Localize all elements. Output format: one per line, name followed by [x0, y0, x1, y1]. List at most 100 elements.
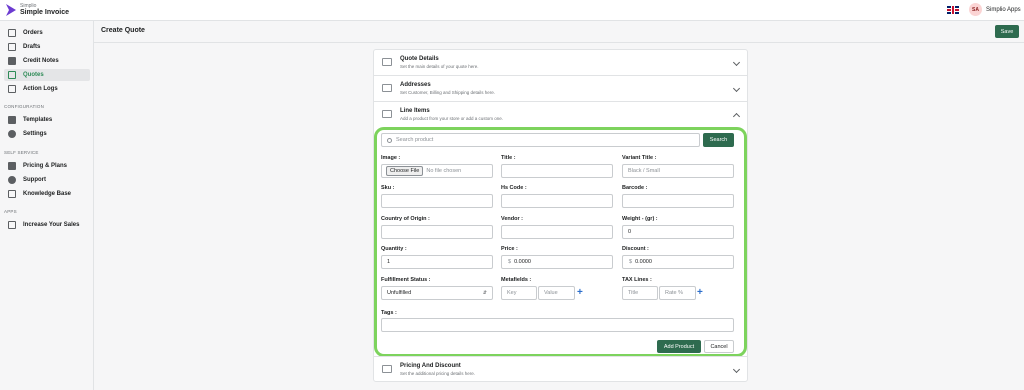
brand-name: Simple Invoice — [20, 9, 70, 16]
sidebar-item-label: Support — [23, 177, 46, 183]
basket-icon — [382, 110, 392, 118]
section-subtitle: Set the main details of your quote here. — [400, 64, 479, 69]
sidebar-item-label: Orders — [23, 30, 43, 36]
search-button[interactable]: Search — [703, 133, 734, 147]
add-tax-line-icon[interactable]: + — [697, 288, 703, 298]
price-label: Price : — [501, 246, 518, 252]
section-label-self-service: SELF SERVICE — [4, 150, 39, 155]
choose-file-button[interactable]: Choose File — [386, 166, 424, 176]
section-line-items[interactable]: Line Items Add a product from your store… — [374, 102, 747, 128]
pricing-icon — [382, 365, 392, 373]
avatar[interactable]: SA — [969, 3, 982, 16]
discount-input[interactable]: $ 0.0000 — [622, 255, 734, 269]
discount-label: Discount : — [622, 246, 649, 252]
weight-input[interactable] — [622, 225, 734, 239]
price-value: 0.0000 — [514, 259, 531, 265]
country-label: Country of Origin : — [381, 216, 430, 222]
sidebar-item-settings[interactable]: Settings — [4, 128, 90, 140]
variant-title-label: Variant Title : — [622, 155, 657, 161]
image-file-input[interactable]: Choose File No file chosen — [381, 164, 493, 178]
account-name[interactable]: Simplio Apps — [986, 7, 1021, 13]
section-label-configuration: CONFIGURATION — [4, 104, 45, 109]
section-subtitle: Add a product from your store or add a c… — [400, 116, 504, 121]
currency-symbol: $ — [629, 259, 633, 265]
address-card-icon — [382, 84, 392, 92]
sidebar-item-credit-notes[interactable]: Credit Notes — [4, 55, 90, 67]
fulfillment-value: Unfulfilled — [387, 290, 412, 296]
title-label: Title : — [501, 155, 516, 161]
quantity-label: Quantity : — [381, 246, 407, 252]
section-addresses[interactable]: Addresses Set Customer, Billing and Ship… — [374, 76, 747, 102]
save-button[interactable]: Save — [995, 25, 1019, 38]
sidebar-item-increase-sales[interactable]: Increase Your Sales — [4, 219, 90, 231]
chevron-down-icon[interactable] — [732, 84, 741, 93]
section-title: Line Items — [400, 108, 430, 114]
edit-icon — [382, 58, 392, 66]
add-metafield-icon[interactable]: + — [577, 288, 583, 298]
barcode-input[interactable] — [622, 194, 734, 208]
metafield-value-input[interactable] — [538, 286, 575, 300]
quantity-input[interactable] — [381, 255, 493, 269]
variant-title-input[interactable] — [622, 164, 734, 178]
cancel-button[interactable]: Cancel — [704, 340, 734, 353]
select-arrows-icon: ⇵ — [482, 290, 487, 296]
vendor-label: Vendor : — [501, 216, 524, 222]
uk-flag-icon[interactable] — [947, 6, 959, 14]
hs-code-label: Hs Code : — [501, 185, 527, 191]
sidebar-item-label: Drafts — [23, 44, 41, 50]
chevron-down-icon[interactable] — [732, 365, 741, 374]
sidebar-item-support[interactable]: Support — [4, 174, 90, 186]
no-file-text: No file chosen — [426, 168, 462, 174]
chevron-down-icon[interactable] — [732, 58, 741, 67]
product-search-box[interactable] — [381, 133, 700, 147]
book-icon — [8, 190, 16, 198]
section-quote-details[interactable]: Quote Details Set the main details of yo… — [374, 50, 747, 76]
sidebar-item-templates[interactable]: Templates — [4, 114, 90, 126]
chevron-up-icon[interactable] — [732, 112, 741, 121]
tags-label: Tags : — [381, 310, 397, 316]
section-subtitle: Set Customer, Billing and Shipping detai… — [400, 90, 496, 95]
sidebar-item-quotes[interactable]: Quotes — [4, 69, 90, 81]
sidebar-item-orders[interactable]: Orders — [4, 27, 90, 39]
sku-input[interactable] — [381, 194, 493, 208]
barcode-label: Barcode : — [622, 185, 648, 191]
section-title: Quote Details — [400, 56, 439, 62]
sales-icon — [8, 221, 16, 229]
sidebar-item-label: Credit Notes — [23, 58, 59, 64]
currency-symbol: $ — [508, 259, 512, 265]
tax-title-input[interactable] — [622, 286, 658, 300]
credit-notes-icon — [8, 57, 16, 65]
templates-icon — [8, 116, 16, 124]
section-pricing-discount[interactable]: Pricing And Discount Set the additional … — [374, 356, 747, 382]
price-input[interactable]: $ 0.0000 — [501, 255, 613, 269]
add-product-button[interactable]: Add Product — [657, 340, 701, 353]
country-input[interactable] — [381, 225, 493, 239]
page-title: Create Quote — [101, 27, 145, 34]
sidebar-item-pricing-plans[interactable]: Pricing & Plans — [4, 160, 90, 172]
sidebar-item-label: Settings — [23, 131, 47, 137]
fulfillment-select[interactable]: Unfulfilled ⇵ — [381, 286, 493, 300]
hs-code-input[interactable] — [501, 194, 613, 208]
metafield-key-input[interactable] — [501, 286, 537, 300]
discount-value: 0.0000 — [635, 259, 652, 265]
search-input[interactable] — [396, 137, 686, 143]
vendor-input[interactable] — [501, 225, 613, 239]
section-title: Addresses — [400, 82, 431, 88]
sidebar-item-drafts[interactable]: Drafts — [4, 41, 90, 53]
action-logs-icon — [8, 85, 16, 93]
sidebar-item-knowledge-base[interactable]: Knowledge Base — [4, 188, 90, 200]
metafields-label: Metafields : — [501, 277, 532, 283]
sku-label: Sku : — [381, 185, 395, 191]
search-icon — [387, 137, 392, 143]
weight-label: Weight - (gr) : — [622, 216, 658, 222]
sidebar-item-action-logs[interactable]: Action Logs — [4, 83, 90, 95]
gear-icon — [8, 130, 16, 138]
top-bar: Simplio Simple Invoice SA Simplio Apps — [0, 0, 1024, 21]
drafts-icon — [8, 43, 16, 51]
sidebar-item-label: Knowledge Base — [23, 191, 72, 197]
divider — [94, 42, 1024, 43]
support-icon — [8, 176, 16, 184]
tags-input[interactable] — [381, 318, 734, 332]
tax-rate-input[interactable] — [659, 286, 696, 300]
title-input[interactable] — [501, 164, 613, 178]
